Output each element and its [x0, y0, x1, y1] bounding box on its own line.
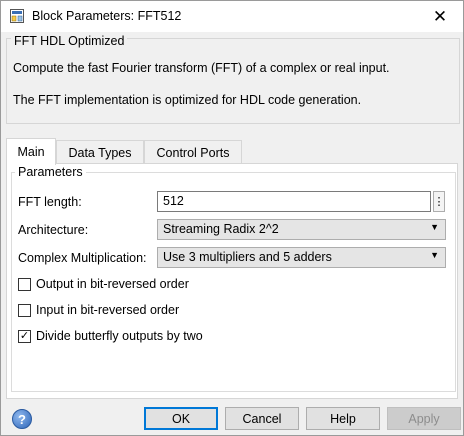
- tab-data-types[interactable]: Data Types: [56, 140, 144, 164]
- input-bit-reversed-label: Input in bit-reversed order: [36, 303, 180, 317]
- description-line-1: Compute the fast Fourier transform (FFT)…: [13, 61, 390, 75]
- close-icon: ✕: [432, 6, 448, 26]
- divide-butterfly-label: Divide butterfly outputs by two: [36, 329, 203, 343]
- close-button[interactable]: ✕: [417, 1, 463, 32]
- checkbox-box[interactable]: ✓: [18, 329, 31, 343]
- complex-multiplication-select-value: Use 3 multipliers and 5 adders: [163, 250, 332, 264]
- tab-control-ports-label: Control Ports: [156, 145, 230, 160]
- apply-button-label: Apply: [408, 411, 440, 426]
- description-line-2: The FFT implementation is optimized for …: [13, 93, 362, 107]
- description-group-title: FFT HDL Optimized: [11, 34, 128, 48]
- help-icon[interactable]: ?: [12, 409, 32, 429]
- ok-button[interactable]: OK: [144, 407, 218, 430]
- ok-button-label: OK: [171, 411, 191, 426]
- input-bit-reversed-checkbox[interactable]: Input in bit-reversed order: [18, 302, 179, 318]
- architecture-select[interactable]: Streaming Radix 2^2 ▼: [157, 219, 446, 240]
- dialog-window: Block Parameters: FFT512 ✕ FFT HDL Optim…: [0, 0, 464, 436]
- apply-button: Apply: [387, 407, 461, 430]
- architecture-label: Architecture:: [18, 223, 89, 237]
- complex-multiplication-label: Complex Multiplication:: [18, 251, 147, 265]
- dropdown-arrow-icon: ▼: [430, 250, 439, 260]
- title-bar: Block Parameters: FFT512 ✕: [1, 1, 463, 32]
- divide-butterfly-checkbox[interactable]: ✓ Divide butterfly outputs by two: [18, 328, 203, 344]
- window-title: Block Parameters: FFT512: [32, 9, 182, 23]
- tab-main[interactable]: Main: [6, 138, 56, 165]
- tab-data-types-label: Data Types: [68, 145, 132, 160]
- help-button-label: Help: [330, 411, 356, 426]
- tab-main-label: Main: [17, 145, 45, 159]
- fft-length-options-button[interactable]: ⋮: [433, 191, 445, 212]
- checkbox-box[interactable]: [18, 303, 31, 317]
- output-bit-reversed-checkbox[interactable]: Output in bit-reversed order: [18, 276, 189, 292]
- tab-control-ports[interactable]: Control Ports: [144, 140, 242, 164]
- complex-multiplication-select[interactable]: Use 3 multipliers and 5 adders ▼: [157, 247, 446, 268]
- dropdown-arrow-icon: ▼: [430, 222, 439, 232]
- cancel-button[interactable]: Cancel: [225, 407, 299, 430]
- cancel-button-label: Cancel: [242, 411, 282, 426]
- block-parameters-icon: [10, 9, 24, 23]
- description-group: [6, 38, 460, 124]
- checkmark-icon: ✓: [19, 329, 30, 342]
- fft-length-input[interactable]: 512: [157, 191, 431, 212]
- parameters-group-title: Parameters: [15, 165, 86, 179]
- output-bit-reversed-label: Output in bit-reversed order: [36, 277, 189, 291]
- vertical-dots-icon: ⋮: [433, 196, 445, 208]
- help-button[interactable]: Help: [306, 407, 380, 430]
- checkbox-box[interactable]: [18, 277, 31, 291]
- fft-length-label: FFT length:: [18, 195, 82, 209]
- architecture-select-value: Streaming Radix 2^2: [163, 222, 279, 236]
